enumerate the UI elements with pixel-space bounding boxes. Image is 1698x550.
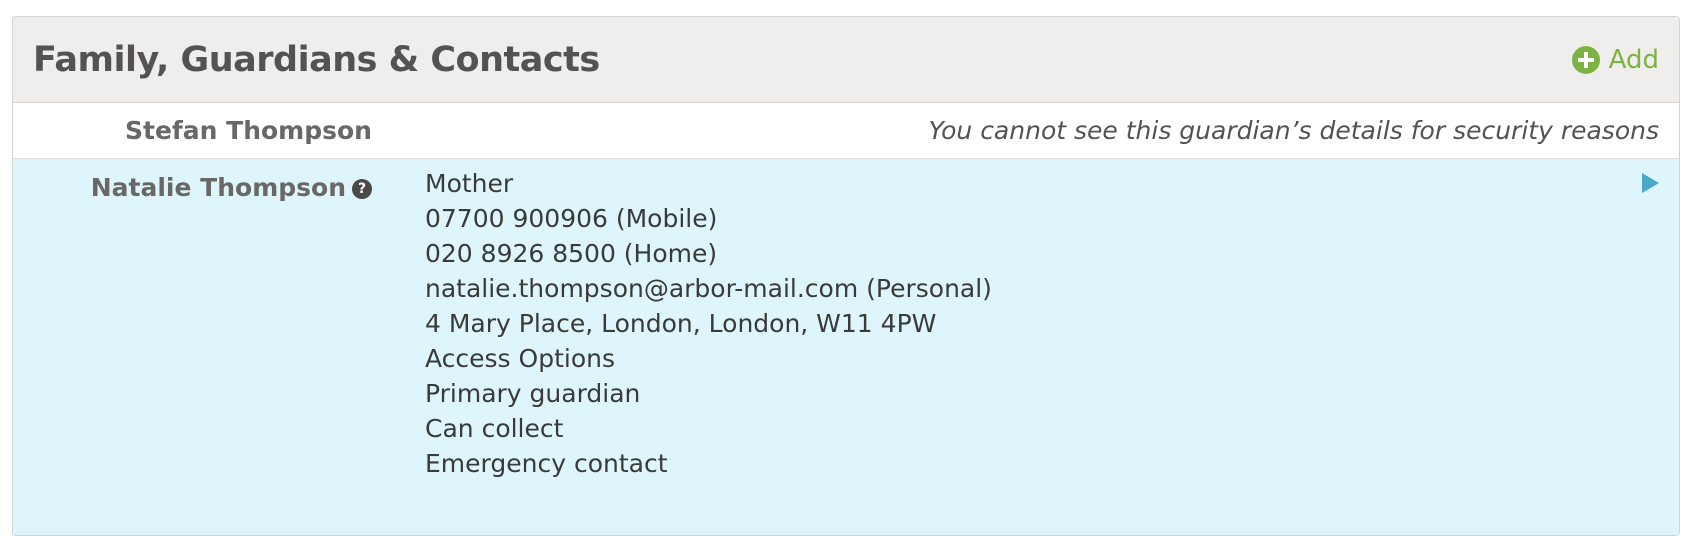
detail-can-collect: Can collect	[425, 414, 564, 443]
family-guardians-contacts-panel: Family, Guardians & Contacts Add Stefan …	[12, 16, 1680, 536]
detail-relationship: Mother	[425, 169, 514, 198]
guardian-name: Stefan Thompson	[125, 116, 372, 145]
add-button-label: Add	[1608, 44, 1659, 75]
guardian-name: Natalie Thompson	[90, 172, 346, 202]
detail-emergency-contact: Emergency contact	[425, 449, 668, 478]
security-message: You cannot see this guardian’s details f…	[928, 116, 1659, 145]
detail-email: natalie.thompson@arbor-mail.com (Persona…	[425, 274, 992, 303]
detail-home-phone: 020 8926 8500 (Home)	[425, 239, 718, 268]
detail-address: 4 Mary Place, London, London, W11 4PW	[425, 309, 937, 338]
detail-mobile-phone: 07700 900906 (Mobile)	[425, 204, 718, 233]
guardian-details-list: Mother 07700 900906 (Mobile) 020 8926 85…	[425, 166, 992, 481]
guardian-name-cell: Natalie Thompson ?	[13, 169, 384, 205]
add-contact-button[interactable]: Add	[1571, 45, 1659, 75]
plus-circle-icon	[1571, 45, 1600, 74]
guardian-row-locked: Stefan Thompson You cannot see this guar…	[13, 103, 1679, 159]
panel-header: Family, Guardians & Contacts Add	[13, 17, 1679, 103]
triangle-right-icon[interactable]	[1642, 173, 1659, 193]
guardian-row-expanded[interactable]: Natalie Thompson ? Mother 07700 900906 (…	[13, 159, 1679, 535]
detail-primary-guardian: Primary guardian	[425, 379, 641, 408]
question-circle-icon[interactable]: ?	[352, 179, 372, 199]
panel-title: Family, Guardians & Contacts	[33, 39, 600, 80]
detail-access-options: Access Options	[425, 344, 615, 373]
